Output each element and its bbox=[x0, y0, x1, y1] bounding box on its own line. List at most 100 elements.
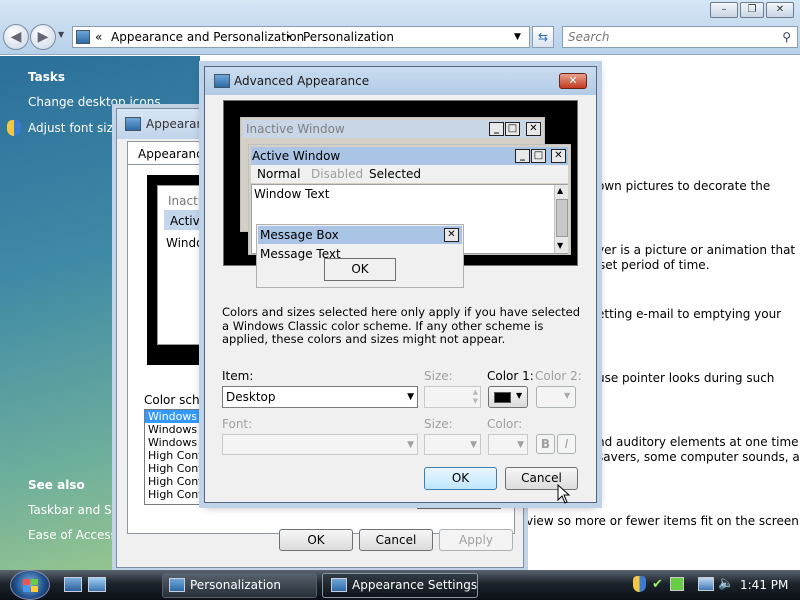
italic-button[interactable]: I bbox=[557, 434, 576, 454]
dropdown-arrow-icon: ▼ bbox=[407, 440, 414, 450]
font-color-label: Color: bbox=[487, 417, 523, 431]
switch-windows-icon[interactable] bbox=[88, 577, 106, 592]
forward-button[interactable]: ▶ bbox=[30, 24, 56, 50]
color-scheme-list[interactable]: Windows Vi Windows St Windows Cl High Co… bbox=[144, 409, 206, 505]
preview-active-titlebar[interactable]: Active Window _ □ ✕ bbox=[251, 147, 568, 165]
color1-swatch bbox=[494, 392, 511, 403]
preview-menu-selected[interactable]: Selected bbox=[369, 167, 421, 181]
preview-inactive-titlebar[interactable]: Inactive Window _ □ ✕ bbox=[243, 120, 542, 138]
appearance-app-icon bbox=[125, 117, 141, 131]
shield-icon bbox=[7, 120, 21, 136]
color1-label: Color 1: bbox=[487, 369, 534, 383]
preview-menu-disabled[interactable]: Disabled bbox=[311, 167, 363, 181]
network-icon[interactable] bbox=[698, 577, 714, 591]
breadcrumb-separator: ▸ bbox=[287, 32, 292, 42]
color1-picker[interactable]: ▼ bbox=[488, 386, 528, 408]
preview-menu-normal[interactable]: Normal bbox=[257, 167, 300, 181]
bold-button[interactable]: B bbox=[536, 434, 555, 454]
scroll-down-icon: ▼ bbox=[557, 241, 564, 250]
address-bar[interactable]: « Appearance and Personalization ▸ Perso… bbox=[72, 26, 530, 48]
bg-cancel-button[interactable]: Cancel bbox=[359, 529, 433, 551]
spinner-arrows-icon: ▲ ▼ bbox=[472, 388, 478, 405]
dropdown-arrow-icon: ▼ bbox=[407, 392, 414, 402]
search-icon[interactable]: ⚲ bbox=[782, 27, 791, 47]
font-color-picker[interactable]: ▼ bbox=[488, 434, 528, 455]
font-select[interactable]: ▼ bbox=[222, 434, 418, 455]
search-input[interactable]: Search ⚲ bbox=[562, 26, 798, 48]
ok-button[interactable]: OK bbox=[424, 467, 497, 490]
dropdown-arrow-icon: ▼ bbox=[564, 391, 571, 400]
maximize-button[interactable]: ❐ bbox=[740, 2, 764, 18]
task-change-desktop-icons[interactable]: Change desktop icons bbox=[28, 95, 161, 109]
security-shield-icon[interactable] bbox=[633, 576, 646, 592]
preview-message-title: Message Box bbox=[260, 228, 339, 242]
appearance-preview: Inactiv Activ Windo bbox=[147, 175, 209, 365]
close-icon: ✕ bbox=[551, 149, 566, 163]
bg-apply-button[interactable]: Apply bbox=[439, 529, 513, 551]
task-adjust-font-size[interactable]: Adjust font size ( bbox=[28, 121, 129, 135]
taskbar-appearance-settings[interactable]: Appearance Settings bbox=[322, 573, 478, 598]
back-button[interactable]: ◀ bbox=[3, 24, 29, 50]
scheme-item[interactable]: Windows Cl bbox=[145, 436, 205, 449]
preview-active-title: Active Window bbox=[252, 149, 341, 163]
tasks-heading: Tasks bbox=[28, 70, 66, 84]
preview-ok-button[interactable]: OK bbox=[324, 258, 396, 281]
preview-window: Inactiv Activ Windo bbox=[157, 185, 209, 345]
scheme-item[interactable]: High Contra bbox=[145, 462, 205, 475]
font-size-label: Size: bbox=[424, 417, 453, 431]
color2-label: Color 2: bbox=[535, 369, 582, 383]
update-icon[interactable]: ✔ bbox=[652, 577, 663, 592]
close-icon: ✕ bbox=[526, 122, 541, 136]
desc-screen-saver-1: ver is a picture or animation that bbox=[597, 243, 796, 257]
windows-logo-icon bbox=[23, 579, 30, 585]
advanced-appearance-title: Advanced Appearance bbox=[234, 74, 370, 88]
tab-appearance[interactable]: Appearance bbox=[127, 141, 210, 165]
scroll-thumb[interactable] bbox=[556, 199, 568, 237]
volume-muted-icon[interactable]: 🔈 bbox=[718, 576, 734, 591]
close-button[interactable]: ✕ bbox=[559, 73, 587, 89]
back-arrow-icon: ◀ bbox=[10, 29, 22, 45]
breadcrumb-appearance[interactable]: Appearance and Personalization bbox=[111, 27, 304, 47]
scheme-item[interactable]: Windows St bbox=[145, 423, 205, 436]
taskbar-personalization[interactable]: Personalization bbox=[162, 573, 317, 598]
appearance-app-icon bbox=[331, 578, 347, 592]
breadcrumb-personalization[interactable]: Personalization bbox=[303, 27, 394, 47]
preview-window-text: Window Text bbox=[254, 187, 330, 201]
size-spinner[interactable]: ▲ ▼ bbox=[424, 386, 481, 408]
close-icon: ✕ bbox=[444, 228, 459, 242]
bg-ok-button[interactable]: OK bbox=[279, 529, 353, 551]
scheme-item[interactable]: High Contra bbox=[145, 475, 205, 488]
refresh-button[interactable]: ⇆ bbox=[532, 26, 554, 48]
see-also-ease-of-access[interactable]: Ease of Access bbox=[28, 528, 117, 542]
recent-pages-icon[interactable]: ▼ bbox=[58, 30, 64, 39]
appearance-settings-title: Appearan bbox=[146, 117, 205, 131]
start-button[interactable] bbox=[10, 570, 50, 600]
preview-window-text: Windo bbox=[166, 236, 204, 250]
preview-inactive-label: Inactiv bbox=[168, 194, 209, 208]
clock[interactable]: 1:41 PM bbox=[740, 578, 788, 592]
preview-scrollbar[interactable]: ▲ ▼ bbox=[554, 185, 568, 253]
color2-picker[interactable]: ▼ bbox=[536, 386, 576, 408]
desc-sounds: etting e-mail to emptying your bbox=[597, 307, 782, 321]
preview-message-titlebar[interactable]: Message Box ✕ bbox=[258, 226, 462, 244]
defender-icon[interactable] bbox=[670, 577, 684, 591]
scroll-up-icon: ▲ bbox=[557, 186, 564, 195]
minimize-button[interactable]: – bbox=[710, 2, 738, 18]
advanced-appearance-icon bbox=[214, 74, 230, 88]
font-size-select[interactable]: ▼ bbox=[424, 434, 481, 455]
show-desktop-icon[interactable] bbox=[64, 577, 82, 592]
scheme-item[interactable]: High Contra bbox=[145, 488, 205, 501]
close-button[interactable]: ✕ bbox=[766, 2, 794, 18]
desc-desktop-background: own pictures to decorate the bbox=[597, 179, 771, 193]
scheme-item[interactable]: Windows Vi bbox=[145, 410, 205, 423]
advanced-appearance-titlebar: Advanced Appearance ✕ bbox=[205, 67, 596, 95]
preview-inactive-title: Inactive Window bbox=[246, 122, 345, 136]
item-select[interactable]: Desktop ▼ bbox=[222, 386, 418, 408]
see-also-taskbar[interactable]: Taskbar and Star bbox=[28, 503, 129, 517]
preview-area[interactable]: Inactive Window _ □ ✕ Active Window _ □ … bbox=[223, 100, 578, 288]
address-dropdown-icon[interactable]: ▼ bbox=[514, 27, 521, 47]
taskbar-item-label: Personalization bbox=[190, 578, 281, 592]
size-label: Size: bbox=[424, 369, 453, 383]
preview-active-label: Activ bbox=[170, 214, 200, 228]
scheme-item[interactable]: High Contra bbox=[145, 449, 205, 462]
